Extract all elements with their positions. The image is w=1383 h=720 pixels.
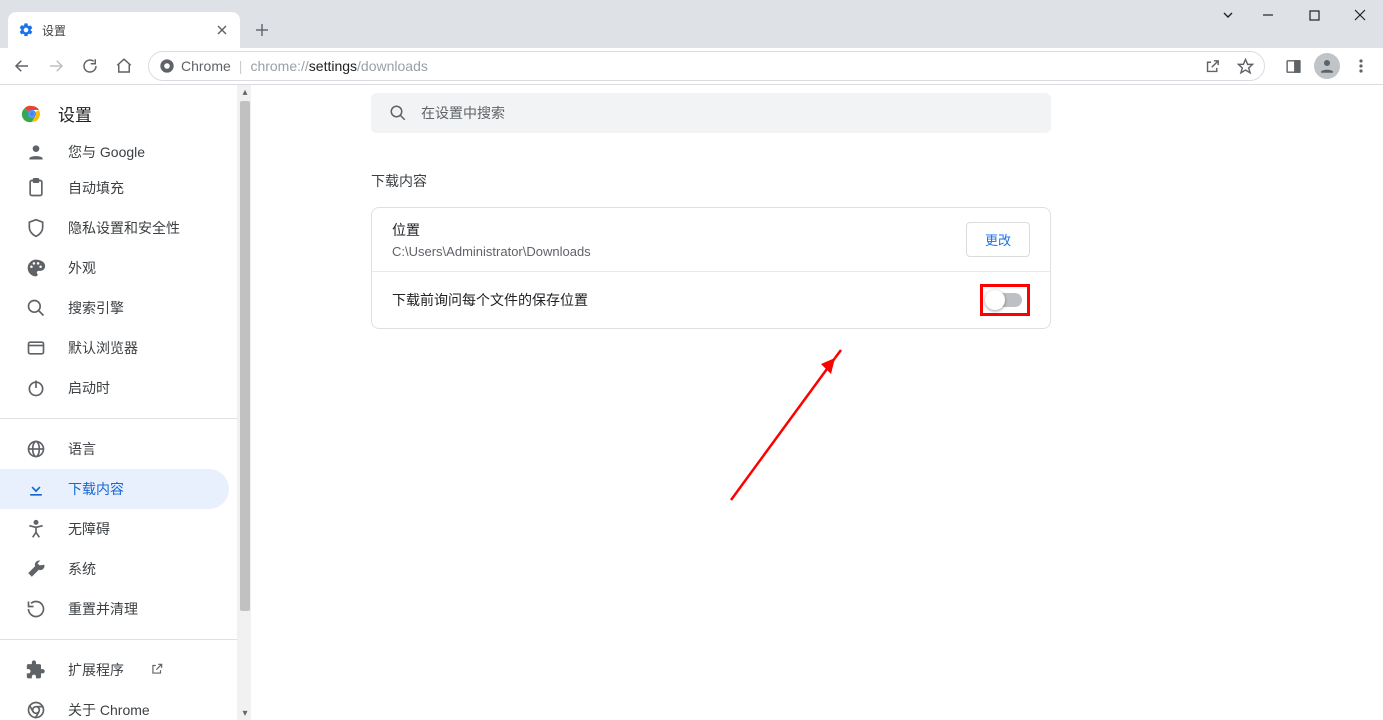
sidebar-item-person[interactable]: 您与 Google bbox=[0, 138, 229, 168]
sidebar-item-globe[interactable]: 语言 bbox=[0, 429, 229, 469]
browser-tab-strip: 设置 bbox=[0, 0, 1383, 48]
sidebar-item-label: 下载内容 bbox=[68, 479, 124, 499]
person-icon bbox=[26, 142, 46, 162]
sidebar-item-label: 无障碍 bbox=[68, 519, 110, 539]
close-tab-button[interactable] bbox=[214, 22, 230, 38]
sidebar-item-label: 系统 bbox=[68, 559, 96, 579]
scroll-up-arrow[interactable]: ▴ bbox=[238, 85, 252, 99]
side-panel-button[interactable] bbox=[1277, 50, 1309, 82]
sidebar-divider bbox=[0, 639, 237, 640]
url-text: chrome://settings/downloads bbox=[250, 58, 427, 74]
new-tab-button[interactable] bbox=[248, 16, 276, 44]
change-location-button[interactable]: 更改 bbox=[966, 222, 1030, 257]
sidebar-item-label: 搜索引擎 bbox=[68, 298, 124, 318]
tab-search-button[interactable] bbox=[1211, 0, 1245, 30]
share-button[interactable] bbox=[1204, 58, 1221, 75]
search-icon bbox=[389, 104, 407, 122]
sidebar-item-power[interactable]: 启动时 bbox=[0, 368, 229, 408]
window-controls bbox=[1211, 0, 1383, 30]
settings-title: 设置 bbox=[58, 101, 92, 126]
autofill-icon bbox=[26, 178, 46, 198]
accessibility-icon bbox=[26, 519, 46, 539]
restore-icon bbox=[26, 599, 46, 619]
sidebar-divider bbox=[0, 418, 237, 419]
wrench-icon bbox=[26, 559, 46, 579]
ask-before-download-row: 下载前询问每个文件的保存位置 bbox=[372, 271, 1050, 328]
sidebar-item-label: 语言 bbox=[68, 439, 96, 459]
ask-before-download-label: 下载前询问每个文件的保存位置 bbox=[392, 290, 980, 310]
window-close-button[interactable] bbox=[1337, 0, 1383, 30]
location-path: C:\Users\Administrator\Downloads bbox=[392, 244, 966, 259]
reload-button[interactable] bbox=[74, 50, 106, 82]
tab-title: 设置 bbox=[42, 22, 214, 39]
chrome-logo-icon bbox=[20, 102, 44, 126]
site-info-button[interactable]: Chrome bbox=[159, 58, 231, 74]
palette-icon bbox=[26, 258, 46, 278]
sidebar-item-browser[interactable]: 默认浏览器 bbox=[0, 328, 229, 368]
scrollbar-thumb[interactable] bbox=[240, 101, 250, 611]
sidebar-item-label: 您与 Google bbox=[68, 142, 145, 162]
sidebar-item-accessibility[interactable]: 无障碍 bbox=[0, 509, 229, 549]
bookmark-button[interactable] bbox=[1237, 58, 1254, 75]
external-link-icon bbox=[150, 662, 166, 678]
settings-page: 设置 您与 Google 自动填充隐私设置和安全性外观搜索引擎默认浏览器启动时语言… bbox=[0, 85, 1383, 720]
search-placeholder: 在设置中搜索 bbox=[421, 103, 505, 123]
browser-toolbar: Chrome | chrome://settings/downloads bbox=[0, 48, 1383, 85]
downloads-card: 位置 C:\Users\Administrator\Downloads 更改 下… bbox=[371, 207, 1051, 329]
sidebar-item-label: 扩展程序 bbox=[68, 660, 124, 680]
power-icon bbox=[26, 378, 46, 398]
sidebar-item-download[interactable]: 下载内容 bbox=[0, 469, 229, 509]
extension-icon bbox=[26, 660, 46, 680]
download-location-row: 位置 C:\Users\Administrator\Downloads 更改 bbox=[372, 208, 1050, 271]
shield-icon bbox=[26, 218, 46, 238]
sidebar-item-label: 关于 Chrome bbox=[68, 700, 150, 720]
window-maximize-button[interactable] bbox=[1291, 0, 1337, 30]
sidebar-item-search[interactable]: 搜索引擎 bbox=[0, 288, 229, 328]
chrome-icon bbox=[26, 700, 46, 720]
settings-sidebar: 设置 您与 Google 自动填充隐私设置和安全性外观搜索引擎默认浏览器启动时语言… bbox=[0, 85, 237, 720]
sidebar-item-label: 启动时 bbox=[68, 378, 110, 398]
forward-button[interactable] bbox=[40, 50, 72, 82]
sidebar-item-label: 外观 bbox=[68, 258, 96, 278]
gear-icon bbox=[18, 22, 34, 38]
browser-tab-active[interactable]: 设置 bbox=[8, 12, 240, 48]
sidebar-item-restore[interactable]: 重置并清理 bbox=[0, 589, 229, 629]
sidebar-item-chrome[interactable]: 关于 Chrome bbox=[0, 690, 229, 720]
download-icon bbox=[26, 479, 46, 499]
sidebar-item-extension[interactable]: 扩展程序 bbox=[0, 650, 229, 690]
sidebar-item-label: 重置并清理 bbox=[68, 599, 138, 619]
scroll-down-arrow[interactable]: ▾ bbox=[238, 706, 252, 720]
search-icon bbox=[26, 298, 46, 318]
window-minimize-button[interactable] bbox=[1245, 0, 1291, 30]
profile-button[interactable] bbox=[1311, 50, 1343, 82]
address-bar[interactable]: Chrome | chrome://settings/downloads bbox=[148, 51, 1265, 81]
sidebar-item-autofill[interactable]: 自动填充 bbox=[0, 168, 229, 208]
browser-icon bbox=[26, 338, 46, 358]
menu-button[interactable] bbox=[1345, 50, 1377, 82]
sidebar-scrollbar[interactable]: ▴ ▾ bbox=[237, 85, 251, 720]
annotation-highlight-box bbox=[980, 284, 1030, 316]
globe-icon bbox=[26, 439, 46, 459]
sidebar-item-label: 隐私设置和安全性 bbox=[68, 218, 180, 238]
sidebar-item-wrench[interactable]: 系统 bbox=[0, 549, 229, 589]
home-button[interactable] bbox=[108, 50, 140, 82]
ask-before-download-toggle[interactable] bbox=[988, 293, 1022, 307]
sidebar-item-label: 默认浏览器 bbox=[68, 338, 138, 358]
url-prefix: Chrome bbox=[181, 58, 231, 74]
section-title: 下载内容 bbox=[371, 171, 1383, 191]
sidebar-item-shield[interactable]: 隐私设置和安全性 bbox=[0, 208, 229, 248]
back-button[interactable] bbox=[6, 50, 38, 82]
sidebar-item-palette[interactable]: 外观 bbox=[0, 248, 229, 288]
annotation-arrow bbox=[721, 340, 851, 510]
location-label: 位置 bbox=[392, 220, 966, 240]
sidebar-item-label: 自动填充 bbox=[68, 178, 124, 198]
settings-search-input[interactable]: 在设置中搜索 bbox=[371, 93, 1051, 133]
